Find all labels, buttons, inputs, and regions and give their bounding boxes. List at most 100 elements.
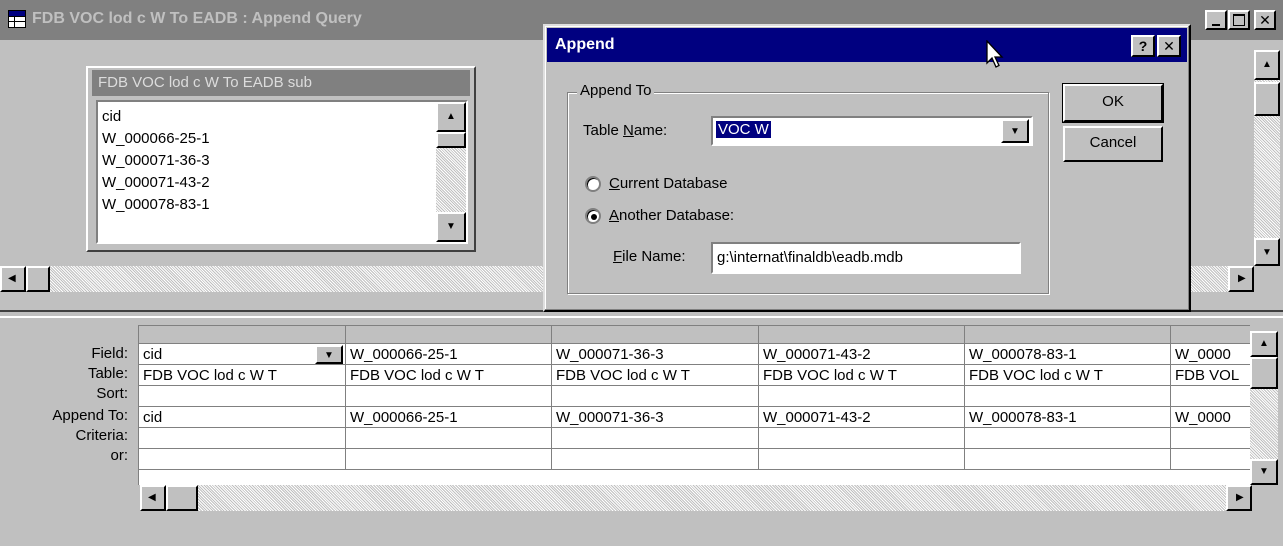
or-cell[interactable] <box>139 449 346 470</box>
pane-scroll-left-button[interactable]: ◀ <box>0 266 26 292</box>
chevron-down-icon: ▼ <box>1010 126 1020 137</box>
table-name-value: VOC W <box>716 121 771 138</box>
criteria-cell[interactable] <box>139 428 346 449</box>
field-cell[interactable]: W_000066-25-1 <box>346 344 552 365</box>
or-cell[interactable] <box>965 449 1171 470</box>
criteria-cell[interactable] <box>346 428 552 449</box>
cancel-button[interactable]: Cancel <box>1063 126 1163 162</box>
minimize-icon <box>1212 24 1220 26</box>
field-dropdown-button[interactable]: ▼ <box>315 345 343 364</box>
column-selector[interactable] <box>759 326 965 344</box>
table-cell[interactable]: FDB VOC lod c W T <box>552 365 759 386</box>
table-cell[interactable]: FDB VOL <box>1171 365 1250 386</box>
close-icon: ✕ <box>1163 38 1175 54</box>
maximize-button[interactable] <box>1228 10 1250 30</box>
help-icon: ? <box>1138 38 1148 54</box>
append-to-cell[interactable]: W_000066-25-1 <box>346 407 552 428</box>
pane-scroll-right-button[interactable]: ▶ <box>1228 266 1254 292</box>
field-list-titlebar[interactable]: FDB VOC lod c W To EADB sub <box>92 70 470 96</box>
criteria-cell[interactable] <box>552 428 759 449</box>
ok-button[interactable]: OK <box>1063 84 1163 122</box>
row-label-or: or: <box>110 447 128 464</box>
column-selector[interactable] <box>965 326 1171 344</box>
append-to-cell[interactable]: W_000071-43-2 <box>759 407 965 428</box>
append-to-group-label: Append To <box>577 82 655 99</box>
column-selector[interactable] <box>1171 326 1250 344</box>
arrow-up-icon: ▲ <box>1262 59 1272 70</box>
column-selector[interactable] <box>346 326 552 344</box>
sort-cell[interactable] <box>552 386 759 407</box>
field-cell[interactable]: W_0000 <box>1171 344 1250 365</box>
criteria-cell[interactable] <box>965 428 1171 449</box>
grid-body: cid ▼ FDB VOC lod c W T cid W_000066-25-… <box>138 325 1250 485</box>
sort-cell[interactable] <box>139 386 346 407</box>
append-to-cell[interactable]: W_000071-36-3 <box>552 407 759 428</box>
current-database-radio[interactable] <box>585 176 601 192</box>
sort-cell[interactable] <box>965 386 1171 407</box>
grid-scroll-left-button[interactable]: ◀ <box>140 485 166 511</box>
grid-scroll-right-button[interactable]: ▶ <box>1226 485 1252 511</box>
close-window-button[interactable]: ✕ <box>1254 10 1276 30</box>
or-cell[interactable] <box>1171 449 1250 470</box>
sort-cell[interactable] <box>759 386 965 407</box>
table-name-combo[interactable]: VOC W ▼ <box>711 116 1033 146</box>
field-cell[interactable]: W_000071-43-2 <box>759 344 965 365</box>
scroll-up-button[interactable]: ▲ <box>436 102 466 132</box>
or-cell[interactable] <box>552 449 759 470</box>
file-name-value: g:\internat\finaldb\eadb.mdb <box>717 249 903 266</box>
table-cell[interactable]: FDB VOC lod c W T <box>346 365 552 386</box>
another-database-label[interactable]: Another Database: <box>609 207 734 224</box>
minimize-button[interactable] <box>1205 10 1227 30</box>
dialog-titlebar[interactable]: Append ? ✕ <box>547 28 1187 62</box>
arrow-left-icon: ◀ <box>8 273 16 284</box>
grid-hscrollbar[interactable] <box>140 485 1252 511</box>
list-item[interactable]: W_000078-83-1 <box>102 196 210 213</box>
scroll-down-button[interactable]: ▼ <box>436 212 466 242</box>
row-label-table: Table: <box>87 365 128 382</box>
list-item[interactable]: W_000071-36-3 <box>102 152 210 169</box>
criteria-cell[interactable] <box>759 428 965 449</box>
field-cell[interactable]: W_000078-83-1 <box>965 344 1171 365</box>
append-to-cell[interactable]: cid <box>139 407 346 428</box>
dialog-close-button[interactable]: ✕ <box>1157 35 1181 57</box>
list-item[interactable]: W_000071-43-2 <box>102 174 210 191</box>
list-item[interactable]: cid <box>102 108 121 125</box>
table-cell[interactable]: FDB VOC lod c W T <box>759 365 965 386</box>
row-label-append-to: Append To: <box>52 407 128 424</box>
table-cell[interactable]: FDB VOC lod c W T <box>965 365 1171 386</box>
grid-hscroll-thumb[interactable] <box>166 485 198 511</box>
grid-scroll-up-button[interactable]: ▲ <box>1250 331 1278 357</box>
table-name-dropdown-button[interactable]: ▼ <box>1001 119 1029 143</box>
sort-cell[interactable] <box>1171 386 1250 407</box>
column-selector[interactable] <box>552 326 759 344</box>
append-to-cell[interactable]: W_000078-83-1 <box>965 407 1171 428</box>
pane-scroll-up-button[interactable]: ▲ <box>1254 50 1280 80</box>
grid-scroll-thumb[interactable] <box>1250 357 1278 389</box>
append-to-cell[interactable]: W_0000 <box>1171 407 1250 428</box>
cancel-button-label: Cancel <box>1089 134 1137 151</box>
another-database-radio[interactable] <box>585 208 601 224</box>
file-name-input[interactable]: g:\internat\finaldb\eadb.mdb <box>711 242 1021 274</box>
sort-cell[interactable] <box>346 386 552 407</box>
field-cell[interactable]: W_000071-36-3 <box>552 344 759 365</box>
arrow-left-icon: ◀ <box>148 492 156 503</box>
chevron-down-icon: ▼ <box>324 350 334 361</box>
dialog-title: Append <box>555 36 615 53</box>
grid-scroll-down-button[interactable]: ▼ <box>1250 459 1278 485</box>
current-database-label[interactable]: Current Database <box>609 175 727 192</box>
field-list[interactable]: cid W_000066-25-1 W_000071-36-3 W_000071… <box>96 100 468 244</box>
help-button[interactable]: ? <box>1131 35 1155 57</box>
pane-scroll-down-button[interactable]: ▼ <box>1254 238 1280 266</box>
pane-scroll-thumb[interactable] <box>1254 82 1280 116</box>
close-icon: ✕ <box>1259 12 1271 28</box>
field-list-title: FDB VOC lod c W To EADB sub <box>98 74 312 91</box>
criteria-cell[interactable] <box>1171 428 1250 449</box>
or-cell[interactable] <box>759 449 965 470</box>
table-cell[interactable]: FDB VOC lod c W T <box>139 365 346 386</box>
table-name-label: Table Name: <box>583 122 668 139</box>
or-cell[interactable] <box>346 449 552 470</box>
list-item[interactable]: W_000066-25-1 <box>102 130 210 147</box>
scroll-thumb[interactable] <box>436 132 466 148</box>
column-selector[interactable] <box>139 326 346 344</box>
pane-hscroll-thumb[interactable] <box>26 266 50 292</box>
